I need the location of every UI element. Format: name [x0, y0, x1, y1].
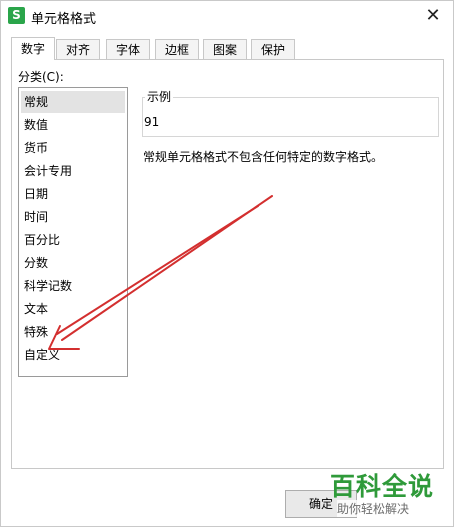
watermark-title: 百科全说 [330, 472, 435, 501]
tab-number[interactable]: 数字 [11, 37, 55, 60]
watermark-subtitle: 助你轻松解决 [337, 500, 410, 517]
annotation-arrow-icon [48, 195, 273, 350]
